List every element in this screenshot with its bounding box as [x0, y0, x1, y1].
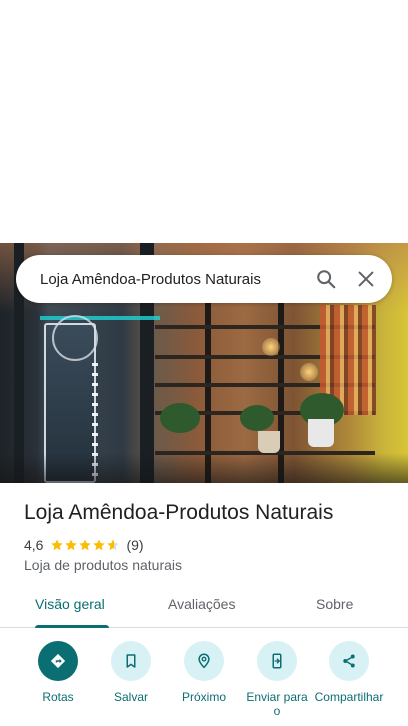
- store-logo-decal: [52, 315, 98, 361]
- pot: [308, 419, 334, 447]
- nearby-icon[interactable]: [184, 641, 224, 681]
- star-icon: [79, 539, 92, 551]
- place-title: Loja Amêndoa-Produtos Naturais: [24, 501, 334, 524]
- directions-label: Rotas: [42, 690, 74, 704]
- star-icon: [93, 539, 106, 551]
- neon-light: [40, 316, 160, 320]
- star-icon: [51, 539, 64, 551]
- share-button[interactable]: Compartilhar: [309, 641, 389, 704]
- search-bar[interactable]: Loja Amêndoa-Produtos Naturais: [16, 255, 392, 303]
- action-bar: Rotas Salvar Próximo Enviar para o Compa…: [0, 641, 408, 726]
- share-icon[interactable]: [329, 641, 369, 681]
- place-category: Loja de produtos naturais: [24, 557, 182, 573]
- plant: [160, 403, 200, 433]
- save-button[interactable]: Salvar: [91, 641, 171, 704]
- tab-overview[interactable]: Visão geral: [35, 596, 105, 612]
- star-icon: [65, 539, 78, 551]
- half-star-icon: [107, 539, 120, 551]
- bookmark-icon[interactable]: [111, 641, 151, 681]
- rating-row[interactable]: 4,6 (9): [24, 536, 144, 554]
- map-area[interactable]: [0, 0, 408, 243]
- review-count[interactable]: (9): [126, 537, 143, 553]
- search-icon[interactable]: [306, 259, 346, 299]
- plant: [240, 405, 274, 431]
- share-label: Compartilhar: [314, 690, 384, 704]
- tab-bar: Visão geral Avaliações Sobre: [0, 590, 408, 628]
- tab-about[interactable]: Sobre: [316, 596, 353, 612]
- close-icon[interactable]: [346, 259, 386, 299]
- send-to-phone-label: Enviar para o: [246, 690, 308, 718]
- directions-button[interactable]: Rotas: [18, 641, 98, 704]
- lamp: [262, 338, 280, 356]
- lamp: [300, 363, 318, 381]
- send-to-phone-icon[interactable]: [257, 641, 297, 681]
- send-to-phone-button[interactable]: Enviar para o: [237, 641, 317, 718]
- search-query[interactable]: Loja Amêndoa-Produtos Naturais: [40, 271, 306, 288]
- directions-icon[interactable]: [38, 641, 78, 681]
- pot: [258, 431, 280, 453]
- rating-stars: [50, 538, 120, 552]
- nearby-label: Próximo: [181, 690, 226, 704]
- tab-reviews[interactable]: Avaliações: [168, 596, 235, 612]
- floor: [0, 453, 408, 483]
- rating-value: 4,6: [24, 537, 44, 553]
- nearby-button[interactable]: Próximo: [164, 641, 244, 704]
- save-label: Salvar: [113, 690, 148, 704]
- tab-active-indicator: [35, 625, 109, 628]
